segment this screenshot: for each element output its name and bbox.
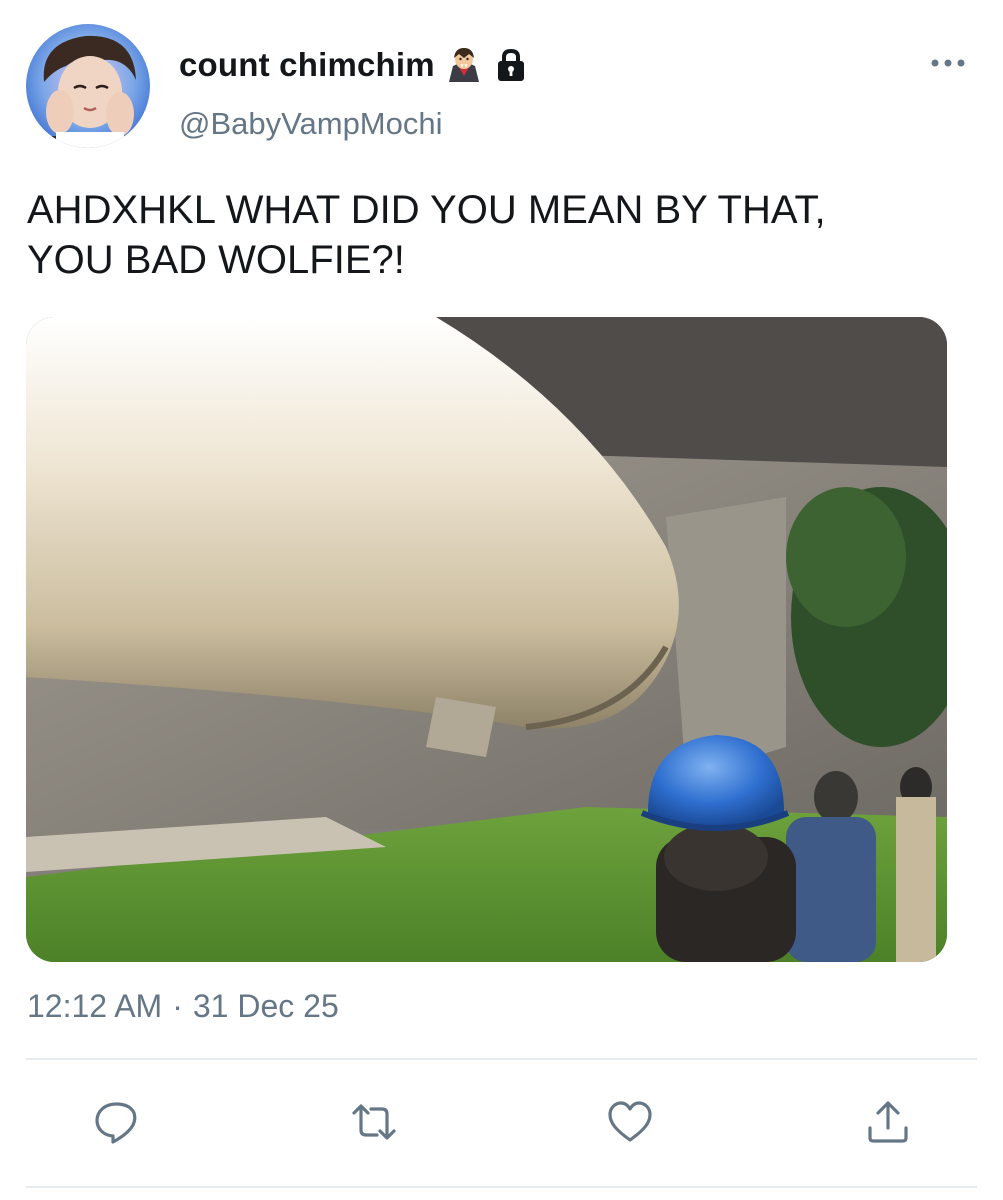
tweet-timestamp[interactable]: 12:12 AM · 31 Dec 25 bbox=[27, 988, 339, 1025]
tweet-date: 31 Dec 25 bbox=[192, 988, 339, 1024]
tweet-media-gif[interactable] bbox=[26, 317, 947, 962]
avatar-image bbox=[26, 24, 150, 148]
heart-icon bbox=[608, 1101, 652, 1142]
reply-button[interactable] bbox=[90, 1096, 142, 1148]
lock-icon bbox=[493, 47, 529, 83]
divider bbox=[26, 1058, 977, 1060]
share-button[interactable] bbox=[862, 1096, 914, 1148]
display-name: count chimchim bbox=[179, 46, 435, 83]
like-button[interactable] bbox=[604, 1096, 656, 1148]
tweet-text: AHDXHKL WHAT DID YOU MEAN BY THAT, YOU B… bbox=[27, 188, 826, 282]
retweet-button[interactable] bbox=[348, 1096, 400, 1148]
tweet-time: 12:12 AM bbox=[27, 988, 163, 1024]
media-image bbox=[26, 317, 947, 962]
reply-icon bbox=[95, 1102, 137, 1144]
more-options-icon[interactable] bbox=[928, 50, 968, 76]
avatar[interactable] bbox=[26, 24, 150, 148]
bottom-divider bbox=[26, 1186, 977, 1188]
vampire-emoji-icon bbox=[447, 46, 481, 84]
tweet-card: count chimchim @BabyVampMochi AHDXHKL WH… bbox=[0, 0, 1003, 1200]
retweet-icon bbox=[352, 1104, 396, 1140]
user-handle[interactable]: @BabyVampMochi bbox=[179, 106, 443, 142]
user-name-row[interactable]: count chimchim bbox=[179, 42, 529, 88]
share-icon bbox=[868, 1101, 908, 1143]
timestamp-separator: · bbox=[172, 988, 183, 1024]
